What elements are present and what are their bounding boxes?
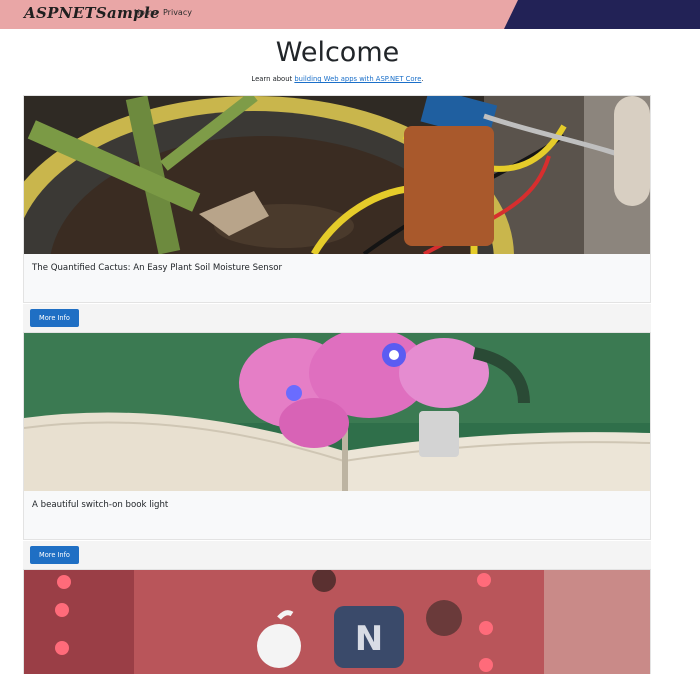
more-info-button[interactable]: More Info xyxy=(30,309,79,327)
card-title: A beautiful switch-on book light xyxy=(32,500,169,510)
card-footer-strip xyxy=(23,541,651,569)
card-title: The Quantified Cactus: An Easy Plant Soi… xyxy=(32,263,283,273)
aspnet-docs-link[interactable]: building Web apps with ASP.NET Core xyxy=(294,75,421,83)
lead-prefix: Learn about xyxy=(251,75,295,83)
page-title: Welcome xyxy=(275,37,400,68)
led-stickers-photo: N xyxy=(24,570,650,674)
card-image-stickers: N xyxy=(24,570,650,674)
more-info-button[interactable]: More Info xyxy=(30,546,79,564)
nav-link-privacy[interactable]: Privacy xyxy=(163,8,192,17)
cactus-sensor-photo xyxy=(24,96,650,254)
nav-link-home[interactable]: Home xyxy=(134,8,158,17)
svg-text:N: N xyxy=(355,619,383,659)
navbar-accent-band xyxy=(504,0,700,29)
card-image-book-light xyxy=(24,333,650,491)
lead-text: Learn about building Web apps with ASP.N… xyxy=(0,75,675,83)
card-image-cactus xyxy=(24,96,650,254)
project-card: A beautiful switch-on book light xyxy=(23,332,651,540)
card-footer-strip xyxy=(23,304,651,332)
project-card: N xyxy=(23,569,651,674)
project-card: The Quantified Cactus: An Easy Plant Soi… xyxy=(23,95,651,303)
top-navbar: ASPNETSample Home Privacy xyxy=(0,0,700,29)
card-body: A beautiful switch-on book light xyxy=(24,491,650,539)
flower-book-light-photo xyxy=(24,333,650,491)
card-body: The Quantified Cactus: An Easy Plant Soi… xyxy=(24,254,650,302)
lead-suffix: . xyxy=(421,75,424,83)
